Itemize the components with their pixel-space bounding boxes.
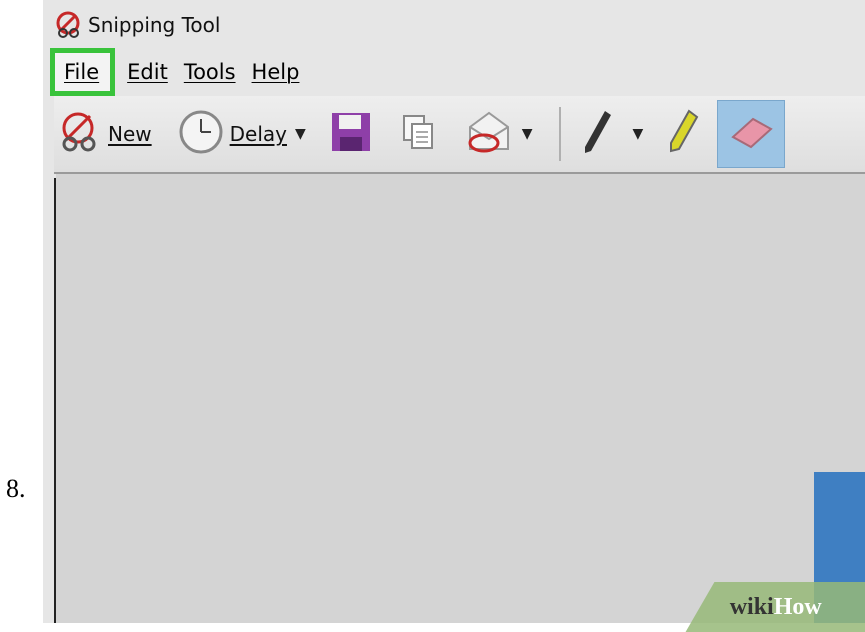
toolbar-separator bbox=[558, 107, 561, 161]
watermark-text-how: How bbox=[774, 593, 823, 620]
floppy-disk-icon bbox=[330, 111, 372, 158]
delay-button[interactable]: Delay ▼ bbox=[174, 104, 318, 164]
copy-button[interactable] bbox=[394, 104, 442, 164]
clock-icon bbox=[178, 109, 224, 160]
menu-bar: File Edit Tools Help bbox=[49, 48, 865, 96]
wikihow-watermark: wikiHow bbox=[685, 582, 865, 632]
window-title: Snipping Tool bbox=[88, 13, 221, 37]
window-border bbox=[54, 178, 56, 623]
eraser-button[interactable] bbox=[717, 100, 786, 168]
toolbar: New Delay ▼ ▼ ▼ bbox=[54, 96, 865, 174]
menu-help[interactable]: Help bbox=[244, 52, 308, 92]
pen-button[interactable]: ▼ bbox=[575, 104, 656, 164]
snip-canvas bbox=[56, 174, 865, 623]
copy-icon bbox=[398, 112, 438, 157]
save-button[interactable] bbox=[326, 104, 376, 164]
menu-file[interactable]: File bbox=[49, 48, 116, 96]
chevron-down-icon[interactable]: ▼ bbox=[522, 126, 533, 142]
chevron-down-icon[interactable]: ▼ bbox=[633, 126, 644, 142]
pen-icon bbox=[579, 107, 615, 162]
watermark-text-wiki: wiki bbox=[730, 593, 775, 620]
step-number: 8. bbox=[6, 474, 26, 503]
envelope-icon bbox=[464, 109, 514, 160]
highlighter-button[interactable] bbox=[661, 104, 705, 164]
eraser-icon bbox=[727, 115, 775, 153]
highlighter-icon bbox=[665, 107, 701, 162]
menu-edit[interactable]: Edit bbox=[119, 52, 176, 92]
new-snip-icon bbox=[58, 110, 102, 159]
title-bar: Snipping Tool bbox=[54, 8, 865, 42]
delay-label: Delay bbox=[229, 122, 287, 146]
send-snip-button[interactable]: ▼ bbox=[460, 104, 545, 164]
scissors-icon bbox=[54, 11, 82, 39]
new-label: New bbox=[108, 122, 152, 146]
menu-tools[interactable]: Tools bbox=[176, 52, 244, 92]
chevron-down-icon[interactable]: ▼ bbox=[295, 126, 306, 142]
new-button[interactable]: New bbox=[54, 104, 156, 164]
